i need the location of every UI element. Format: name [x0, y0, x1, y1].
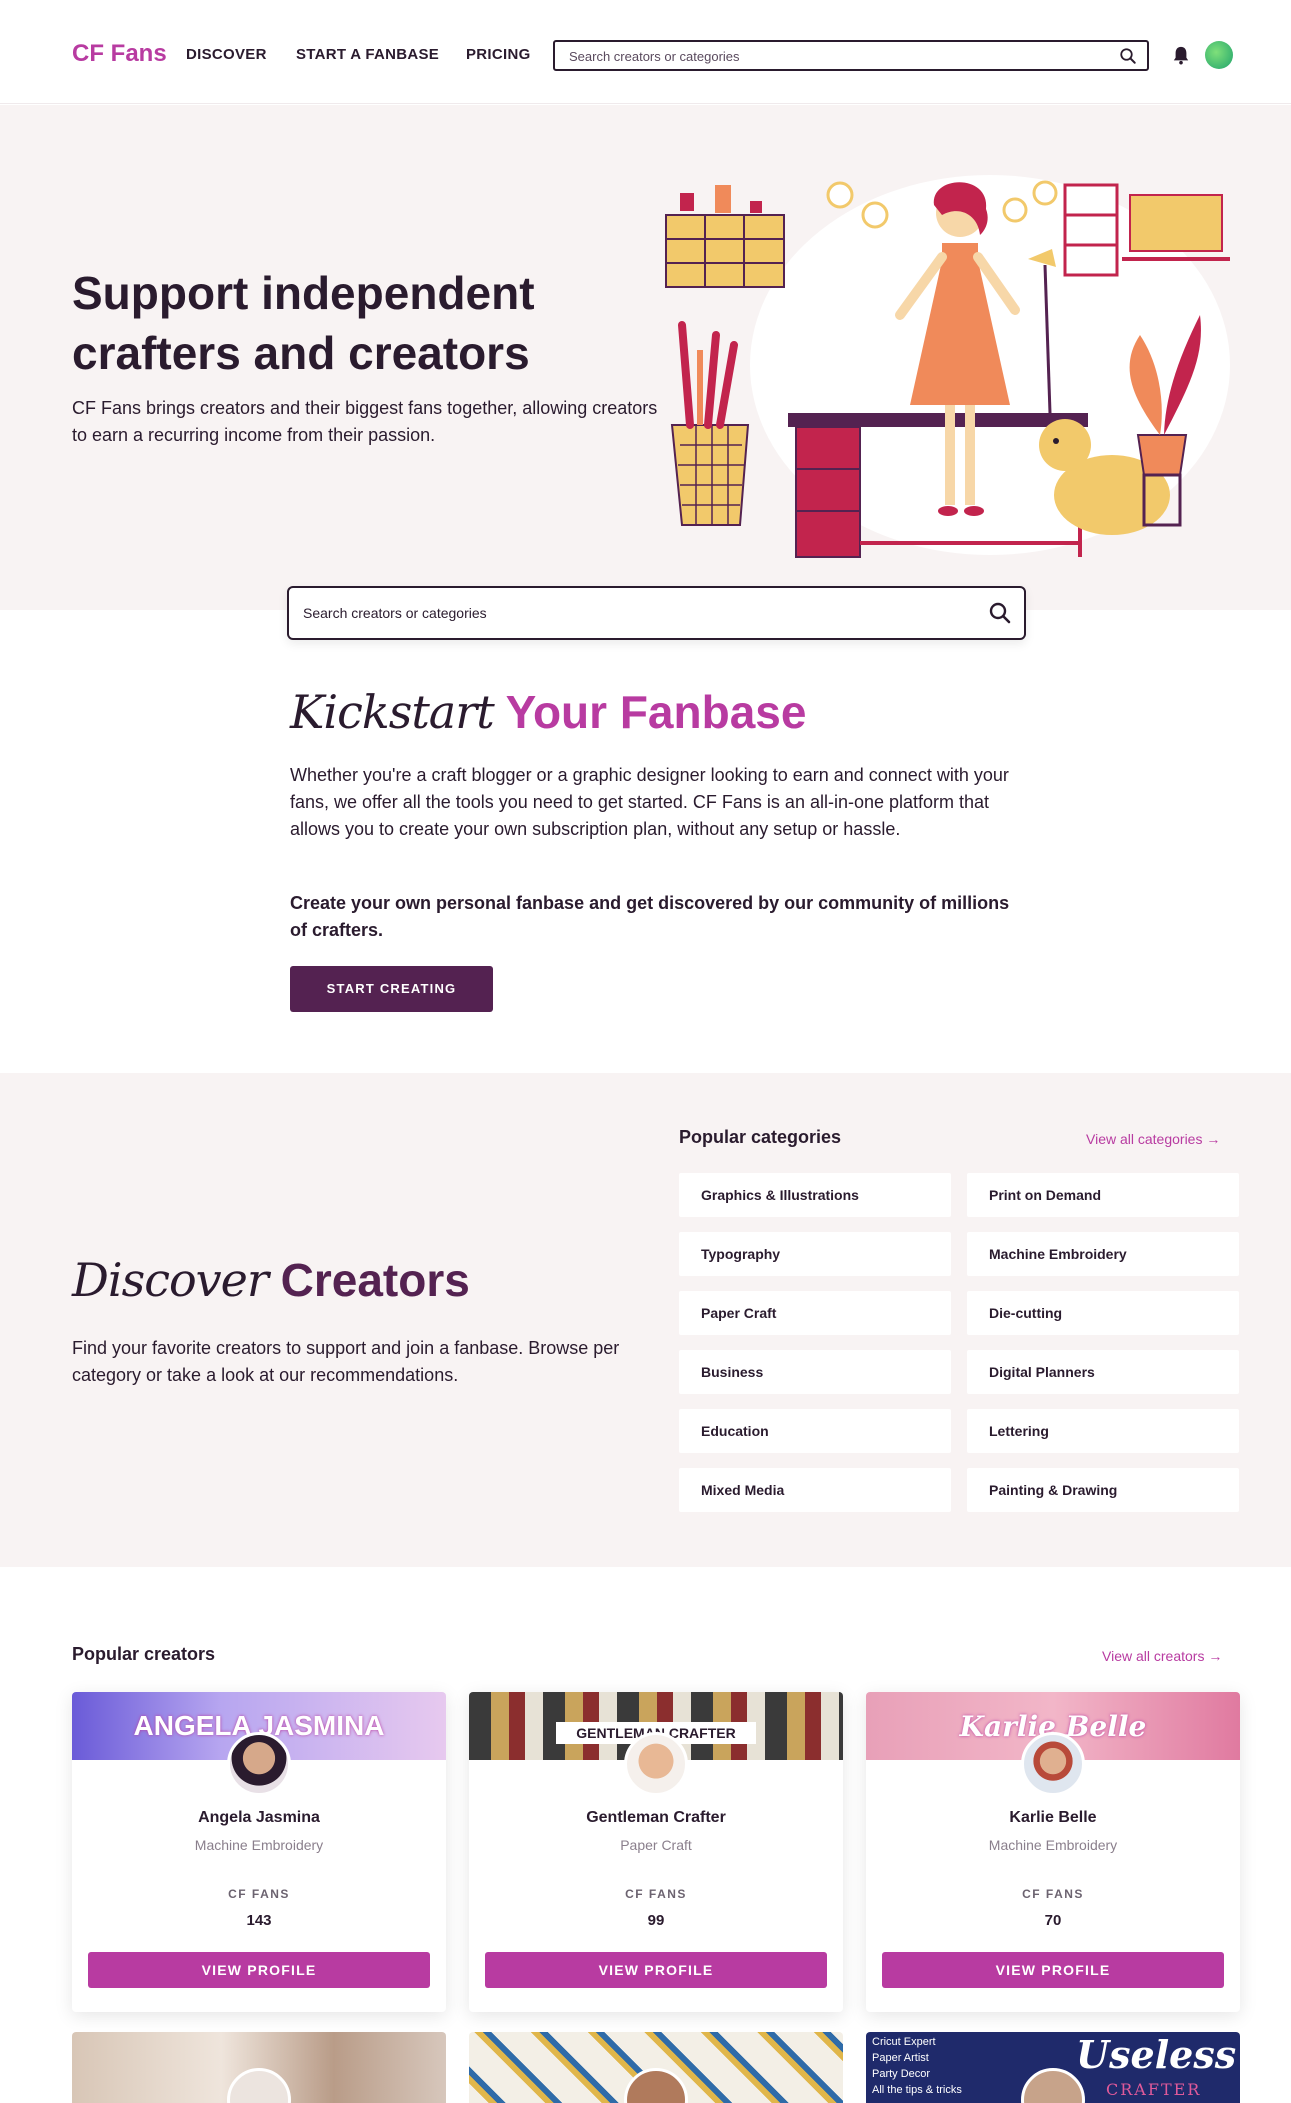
fans-label: CF FANS: [625, 1887, 687, 1901]
discover-title: Discover Creators: [72, 1253, 470, 1307]
creator-card: GENTLEMAN CRAFTER Gentleman Crafter Pape…: [469, 1692, 843, 2012]
search-icon[interactable]: [1119, 47, 1137, 65]
hero-title: Support independent crafters and creator…: [72, 267, 535, 379]
category-education[interactable]: Education: [679, 1409, 951, 1453]
fans-count: 70: [1044, 1912, 1062, 1929]
discover-section: Discover Creators Find your favorite cre…: [0, 1073, 1291, 1567]
creator-card-partial: Cricut Expert Paper Artist Party Decor A…: [866, 2032, 1240, 2103]
nav-pricing[interactable]: PRICING: [466, 46, 531, 63]
kickstart-paragraph: Whether you're a craft blogger or a grap…: [290, 765, 1009, 839]
hero-section: Support independent crafters and creator…: [0, 105, 1291, 610]
category-machine-embroidery[interactable]: Machine Embroidery: [967, 1232, 1239, 1276]
bell-icon[interactable]: [1172, 45, 1190, 65]
creator-card-partial: [469, 2032, 843, 2103]
creator-avatar[interactable]: [227, 1732, 291, 1796]
creator-avatar[interactable]: [227, 2068, 291, 2103]
creator-avatar[interactable]: [624, 2068, 688, 2103]
creator-category: Machine Embroidery: [194, 1837, 324, 1853]
view-all-categories-link[interactable]: View all categories →: [1086, 1131, 1220, 1147]
category-print-on-demand[interactable]: Print on Demand: [967, 1173, 1239, 1217]
kickstart-script-word: Kickstart: [290, 685, 495, 739]
kickstart-accent: Your Fanbase: [505, 686, 807, 738]
banner-line: Paper Artist: [872, 2052, 929, 2064]
fans-count: 143: [246, 1912, 272, 1929]
categories-heading: Popular categories: [679, 1127, 842, 1147]
discover-script-word: Discover: [72, 1253, 269, 1307]
banner-subtitle: CRAFTER: [1106, 2080, 1202, 2099]
search-icon[interactable]: [988, 601, 1012, 625]
creator-category: Machine Embroidery: [988, 1837, 1118, 1853]
creator-card: Karlie Belle Karlie Belle Machine Embroi…: [866, 1692, 1240, 2012]
banner-tagline-list: Cricut Expert Paper Artist Party Decor A…: [872, 2034, 962, 2098]
category-paper-craft[interactable]: Paper Craft: [679, 1291, 951, 1335]
kickstart-title: Kickstart Your Fanbase: [290, 685, 806, 739]
main-search-input[interactable]: Search creators or categories: [287, 586, 1026, 640]
logo[interactable]: CF Fans: [72, 40, 167, 68]
search-placeholder: Search creators or categories: [303, 605, 487, 621]
category-mixed-media[interactable]: Mixed Media: [679, 1468, 951, 1512]
nav-start-fanbase[interactable]: START A FANBASE: [296, 46, 439, 63]
start-creating-button[interactable]: START CREATING: [290, 966, 493, 1012]
kickstart-bold-paragraph: Create your own personal fanbase and get…: [290, 893, 1010, 940]
user-avatar[interactable]: [1205, 41, 1233, 69]
category-typography[interactable]: Typography: [679, 1232, 951, 1276]
banner-line: Cricut Expert: [872, 2036, 936, 2048]
category-graphics[interactable]: Graphics & Illustrations: [679, 1173, 951, 1217]
view-all-creators-link[interactable]: View all creators →: [1102, 1648, 1222, 1664]
banner-line: All the tips & tricks: [872, 2084, 962, 2096]
nav-discover[interactable]: DISCOVER: [186, 46, 267, 63]
creator-card-partial: [72, 2032, 446, 2103]
hero-subtitle: CF Fans brings creators and their bigges…: [72, 398, 658, 445]
site-header: CF Fans DISCOVER START A FANBASE PRICING…: [0, 0, 1291, 104]
creator-name: Karlie Belle: [1009, 1809, 1097, 1826]
header-search-input[interactable]: Search creators or categories: [553, 40, 1149, 71]
creator-avatar[interactable]: [1021, 1732, 1085, 1796]
creator-card: ANGELA JASMINA Angela Jasmina Machine Em…: [72, 1692, 446, 2012]
popular-creators-heading: Popular creators: [72, 1644, 216, 1664]
creator-name: Angela Jasmina: [198, 1809, 320, 1826]
view-profile-button[interactable]: VIEW PROFILE: [88, 1952, 430, 1988]
fans-label: CF FANS: [228, 1887, 290, 1901]
category-painting-drawing[interactable]: Painting & Drawing: [967, 1468, 1239, 1512]
fans-count: 99: [647, 1912, 665, 1929]
creator-avatar[interactable]: [624, 1732, 688, 1796]
fans-label: CF FANS: [1022, 1887, 1084, 1901]
category-die-cutting[interactable]: Die-cutting: [967, 1291, 1239, 1335]
category-lettering[interactable]: Lettering: [967, 1409, 1239, 1453]
discover-paragraph: Find your favorite creators to support a…: [72, 1338, 620, 1385]
discover-accent: Creators: [280, 1254, 470, 1306]
banner-line: Party Decor: [872, 2068, 931, 2080]
category-business[interactable]: Business: [679, 1350, 951, 1394]
category-digital-planners[interactable]: Digital Planners: [967, 1350, 1239, 1394]
view-profile-button[interactable]: VIEW PROFILE: [882, 1952, 1224, 1988]
crafter-illustration: [665, 175, 1230, 558]
creator-name: Gentleman Crafter: [586, 1809, 726, 1826]
search-placeholder: Search creators or categories: [569, 49, 740, 64]
creator-category: Paper Craft: [620, 1837, 692, 1853]
view-profile-button[interactable]: VIEW PROFILE: [485, 1952, 827, 1988]
banner-title: Useless: [1076, 2032, 1237, 2077]
